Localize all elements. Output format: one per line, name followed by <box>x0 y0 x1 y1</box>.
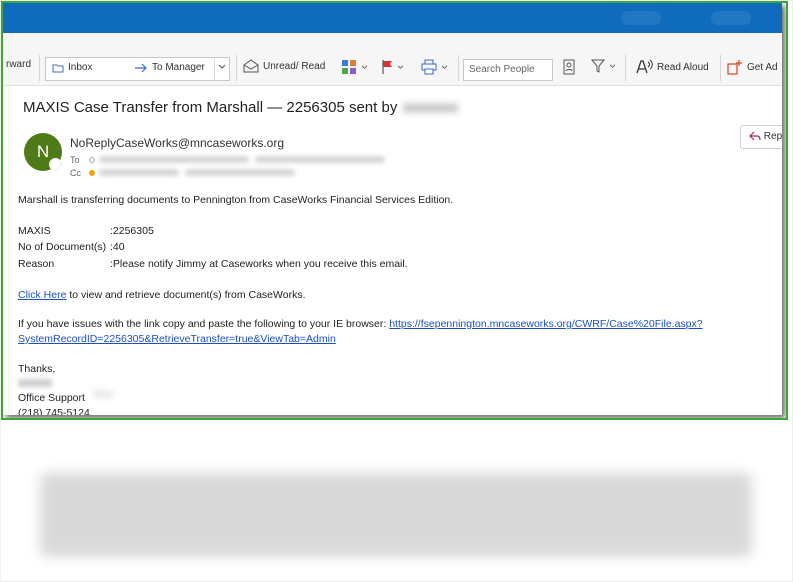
message-subject: MAXIS Case Transfer from Marshall — 2256… <box>23 99 459 116</box>
reply-label: Rep <box>763 131 782 142</box>
get-addins-label: Get Ad <box>747 61 778 73</box>
quick-step-inbox-label: Inbox <box>68 62 93 73</box>
redacted-sender-name <box>403 103 459 114</box>
field-key: Reason <box>18 258 55 270</box>
title-bar-control[interactable] <box>621 11 661 25</box>
field-value: :40 <box>110 241 125 253</box>
field-key: No of Document(s) <box>18 241 107 253</box>
unread-read-label: Unread/ Read <box>263 60 326 72</box>
avatar-initial: N <box>36 142 50 161</box>
chevron-down-icon <box>218 64 226 69</box>
ribbon-separator <box>625 55 626 81</box>
to-label: To <box>70 155 80 165</box>
sender-email[interactable]: NoReplyCaseWorks@mncaseworks.org <box>70 136 284 150</box>
recipient-presence-icon <box>89 157 95 163</box>
field-value: :2256305 <box>110 225 154 237</box>
avatar[interactable]: N <box>24 133 62 171</box>
subject-text: MAXIS Case Transfer from Marshall — 2256… <box>23 99 398 116</box>
filter-icon <box>591 59 605 73</box>
envelope-open-icon <box>243 59 259 73</box>
ribbon-separator <box>236 55 237 81</box>
click-here-rest: to view and retrieve document(s) from Ca… <box>66 289 306 301</box>
redacted-signature-name <box>18 379 52 387</box>
click-here-line: Click Here to view and retrieve document… <box>18 289 306 301</box>
chevron-down-icon <box>609 64 616 68</box>
redacted-cc-recipient[interactable] <box>99 169 179 176</box>
quick-step-to-manager-label: To Manager <box>152 62 205 73</box>
ribbon-separator <box>458 55 459 81</box>
quick-steps: Inbox To Manager <box>45 57 230 81</box>
flag-icon <box>382 60 392 74</box>
quick-steps-expand[interactable] <box>218 63 226 72</box>
chevron-down-icon <box>361 65 368 69</box>
retrieve-url-link-continued[interactable]: SystemRecordID=2256305&RetrieveTransfer=… <box>18 333 336 345</box>
read-aloud-button[interactable]: Read Aloud <box>635 59 709 75</box>
redacted-to-recipient[interactable] <box>99 156 249 163</box>
recipient-presence-icon <box>89 170 95 176</box>
arrow-right-icon <box>135 63 147 72</box>
print-button[interactable] <box>421 59 448 75</box>
redacted-cc-recipient[interactable] <box>185 169 295 176</box>
quick-steps-divider <box>214 58 215 80</box>
read-aloud-label: Read Aloud <box>657 61 709 73</box>
reply-icon <box>749 131 761 141</box>
signature-phone: (218) 745-5124 <box>18 407 90 415</box>
outlook-window: rward Inbox To Manager Unread/ Read Sear… <box>3 3 782 415</box>
read-aloud-icon <box>636 59 653 74</box>
reply-button[interactable]: Rep <box>740 125 782 149</box>
folder-icon <box>52 64 64 72</box>
redacted-to-recipient[interactable] <box>255 156 385 163</box>
retrieve-url-link[interactable]: https://fsepennington.mncaseworks.org/CW… <box>389 318 702 330</box>
ribbon-separator <box>39 55 40 81</box>
issues-line: If you have issues with the link copy an… <box>18 318 703 330</box>
get-addins-button[interactable]: Get Ad <box>727 59 778 75</box>
ribbon-separator <box>720 55 721 81</box>
field-value: :Please notify Jimmy at Caseworks when y… <box>110 258 408 270</box>
printer-icon <box>421 59 437 75</box>
signature-office: Office Support <box>18 392 85 404</box>
redacted-signature-detail <box>93 390 113 398</box>
click-here-link[interactable]: Click Here <box>18 289 66 301</box>
address-book-button[interactable] <box>563 59 575 75</box>
thanks-line: Thanks, <box>18 363 56 375</box>
cc-label: Cc <box>70 168 81 178</box>
forward-button[interactable]: rward <box>6 59 31 70</box>
chevron-down-icon <box>441 65 448 69</box>
screenshot-frame: rward Inbox To Manager Unread/ Read Sear… <box>1 1 788 420</box>
title-bar-control[interactable] <box>711 11 751 25</box>
chevron-down-icon <box>397 65 404 69</box>
issues-text: If you have issues with the link copy an… <box>18 318 390 330</box>
forward-label: rward <box>6 59 32 70</box>
unread-read-button[interactable]: Unread/ Read <box>243 59 325 73</box>
search-people-input[interactable]: Search People <box>463 59 553 81</box>
quick-step-to-manager[interactable]: To Manager <box>134 62 205 73</box>
quick-step-inbox[interactable]: Inbox <box>52 62 92 73</box>
body-intro: Marshall is transferring documents to Pe… <box>18 194 454 206</box>
addins-icon <box>727 60 742 75</box>
categorize-icon <box>342 60 356 74</box>
title-bar <box>3 3 782 33</box>
address-book-icon <box>563 59 575 75</box>
presence-indicator <box>49 158 62 171</box>
retrieve-url-continued: SystemRecordID=2256305&RetrieveTransfer=… <box>18 333 336 345</box>
field-key: MAXIS <box>18 225 51 237</box>
categorize-button[interactable] <box>341 59 368 75</box>
redacted-region <box>40 473 752 557</box>
follow-up-flag-button[interactable] <box>381 59 404 75</box>
filter-button[interactable] <box>591 59 616 73</box>
